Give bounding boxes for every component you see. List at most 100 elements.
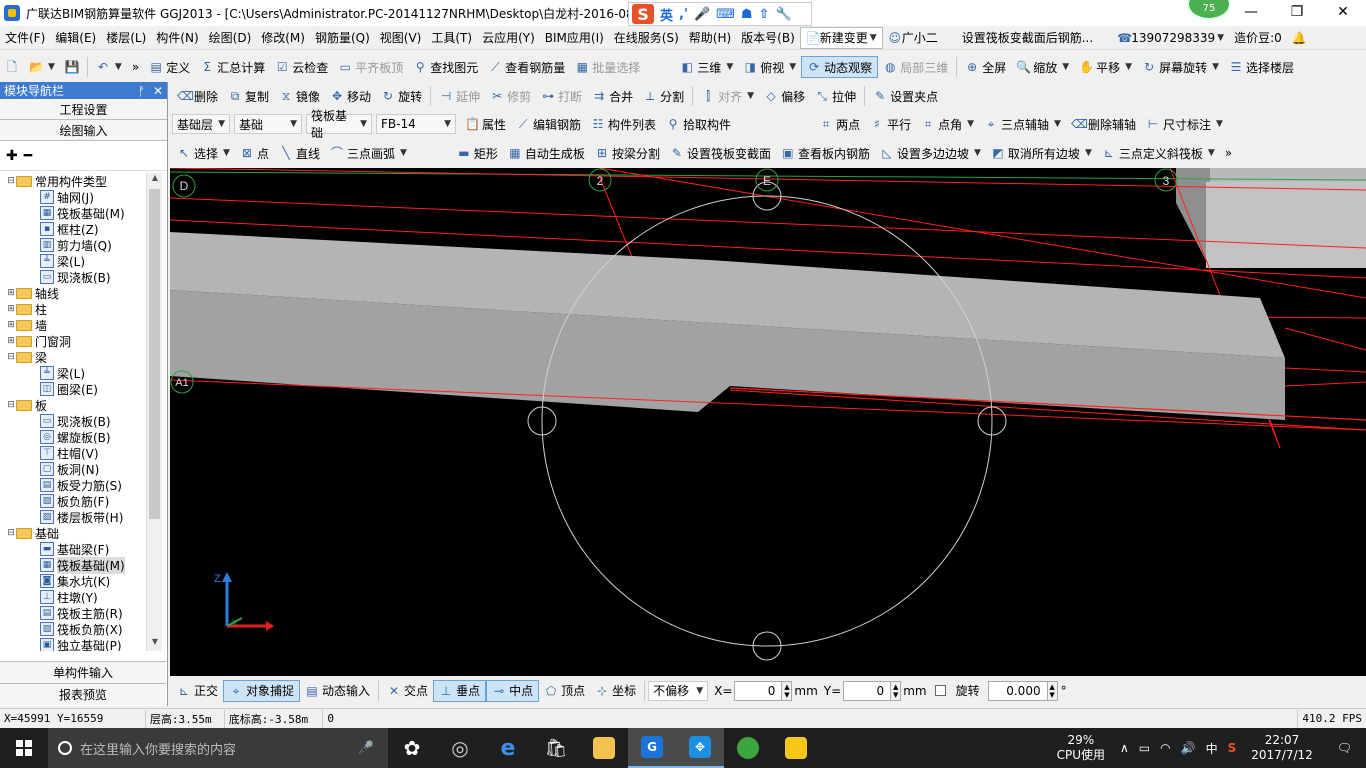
close-button[interactable]: ✕ bbox=[1320, 0, 1366, 24]
minimize-button[interactable]: — bbox=[1228, 0, 1274, 24]
notification-icon[interactable]: 🗨 bbox=[1323, 741, 1366, 755]
fullscreen-button[interactable]: ⊕ 全屏 bbox=[960, 56, 1011, 78]
element-select[interactable]: FB-14 ▼ bbox=[376, 114, 456, 134]
delete-button[interactable]: ⌫ 删除 bbox=[172, 85, 223, 107]
tree-item[interactable]: # 轴网(J) bbox=[0, 189, 148, 205]
move-button[interactable]: ✥ 移动 bbox=[325, 85, 376, 107]
drawing-viewport[interactable]: D 2 E 3 A1 Z Y bbox=[170, 168, 1366, 676]
type-select[interactable]: 筏板基础 ▼ bbox=[306, 109, 372, 140]
keyboard-icon[interactable]: ⌨ bbox=[716, 7, 735, 22]
tree-scrollbar[interactable]: ▲ ▼ bbox=[146, 173, 162, 651]
three-point-arc-button[interactable]: ⌒ 三点画弧 ▼ bbox=[325, 142, 412, 164]
intersection-snap-toggle[interactable]: ✕ 交点 bbox=[382, 680, 433, 702]
wrench-icon[interactable]: 🔧 bbox=[775, 7, 791, 22]
menu-floor[interactable]: 楼层(L) bbox=[101, 27, 151, 49]
drawing-input-button[interactable]: 绘图输入 bbox=[0, 120, 167, 141]
wifi-icon[interactable]: ◠ bbox=[1155, 741, 1175, 755]
expand-icon[interactable]: ⊞ bbox=[6, 336, 16, 346]
microphone-icon[interactable]: 🎤 bbox=[694, 7, 710, 22]
break-button[interactable]: ⊶ 打断 bbox=[536, 85, 587, 107]
taskbar-app-notes[interactable] bbox=[772, 728, 820, 768]
y-input[interactable]: 0 bbox=[843, 680, 892, 701]
menu-bim[interactable]: BIM应用(I) bbox=[540, 27, 609, 49]
split-button[interactable]: ⟂ 分割 bbox=[638, 85, 689, 107]
view-3d-button[interactable]: ◧ 三维 ▼ bbox=[675, 56, 738, 78]
tree-item[interactable]: ▦ 筏板基础(M) bbox=[0, 205, 148, 221]
taskbar-app-explorer[interactable] bbox=[580, 728, 628, 768]
merge-button[interactable]: ⇉ 合并 bbox=[587, 85, 638, 107]
object-snap-toggle[interactable]: ⌖ 对象捕捉 bbox=[223, 679, 301, 702]
tree-item[interactable]: ╧ 梁(L) bbox=[0, 365, 148, 381]
ime-toolbar[interactable]: S 英 ,' 🎤 ⌨ ☗ ⇧ 🔧 bbox=[628, 2, 812, 26]
assistant-button[interactable]: ☺ 广小二 bbox=[883, 27, 943, 49]
tree-item[interactable]: ▢ 板洞(N) bbox=[0, 461, 148, 477]
cpu-meter[interactable]: 29% CPU使用 bbox=[1047, 733, 1115, 763]
tree-item[interactable]: ◙ 集水坑(K) bbox=[0, 573, 148, 589]
collapse-icon[interactable]: ⊟ bbox=[6, 400, 16, 410]
parallel-button[interactable]: ♯ 平行 bbox=[865, 113, 916, 135]
toolbar-overflow[interactable]: » bbox=[1220, 142, 1237, 164]
set-multi-slope-button[interactable]: ◺ 设置多边边坡 ▼ bbox=[875, 142, 986, 164]
menu-edit[interactable]: 编辑(E) bbox=[50, 27, 101, 49]
sogou-logo-icon[interactable]: S bbox=[632, 4, 654, 24]
overflow-chevron[interactable]: » bbox=[127, 56, 144, 78]
x-spinner[interactable]: ▲ ▼ bbox=[782, 680, 793, 701]
tree-folder[interactable]: ⊞ 墙 bbox=[0, 317, 148, 333]
tree-item[interactable]: ⊥ 柱墩(Y) bbox=[0, 589, 148, 605]
cloud-check-button[interactable]: ☑ 云检查 bbox=[270, 56, 333, 78]
report-preview-button[interactable]: 报表预览 bbox=[0, 683, 166, 705]
new-file-button[interactable]: 🗋 bbox=[0, 56, 24, 78]
taskbar-app-pinwheel[interactable]: ✿ bbox=[388, 728, 436, 768]
element-list-button[interactable]: ☷ 构件列表 bbox=[586, 113, 661, 135]
new-change-button[interactable]: 📄 新建变更 ▼ bbox=[799, 26, 883, 49]
bell-icon[interactable]: 🔔 bbox=[1287, 27, 1312, 49]
expand-icon[interactable]: ⊞ bbox=[6, 320, 16, 330]
set-variable-section-button[interactable]: ✎ 设置筏板变截面 bbox=[665, 142, 776, 164]
y-spinner[interactable]: ▲ ▼ bbox=[891, 680, 902, 701]
rotate-input[interactable]: 0.000 bbox=[987, 680, 1048, 701]
project-settings-button[interactable]: 工程设置 bbox=[0, 99, 167, 120]
scroll-down-icon[interactable]: ▼ bbox=[147, 637, 163, 651]
menu-tools[interactable]: 工具(T) bbox=[426, 27, 477, 49]
rotate-spinner[interactable]: ▲ ▼ bbox=[1047, 680, 1058, 701]
tree-folder[interactable]: ⊞ 轴线 bbox=[0, 285, 148, 301]
taskbar-app-store[interactable]: 🛍 bbox=[532, 728, 580, 768]
line-button[interactable]: ╲ 直线 bbox=[274, 142, 325, 164]
tree-folder[interactable]: ⊟ 板 bbox=[0, 397, 148, 413]
hint-text[interactable]: 设置筏板变截面后钢筋... bbox=[957, 27, 1098, 49]
tree-item[interactable]: ▦ 筏板基础(M) bbox=[0, 556, 148, 574]
floor-select[interactable]: 基础层 ▼ bbox=[172, 114, 230, 134]
view-rebar-button[interactable]: ⟋ 查看钢筋量 bbox=[483, 56, 570, 78]
volume-icon[interactable]: 🔊 bbox=[1176, 741, 1201, 755]
cancel-all-slope-button[interactable]: ◩ 取消所有边坡 ▼ bbox=[986, 142, 1097, 164]
collapse-icon[interactable]: ⊟ bbox=[6, 352, 16, 362]
menu-file[interactable]: 文件(F) bbox=[0, 27, 50, 49]
dynamic-observe-button[interactable]: ⟳ 动态观察 bbox=[801, 56, 879, 78]
ime-indicator[interactable]: 中 bbox=[1201, 740, 1223, 757]
mirror-button[interactable]: ⧖ 镜像 bbox=[274, 85, 325, 107]
pin-icon[interactable]: ᚡ bbox=[138, 84, 145, 98]
menu-rebar-quantity[interactable]: 钢筋量(Q) bbox=[310, 27, 375, 49]
tree-folder[interactable]: ⊞ 柱 bbox=[0, 301, 148, 317]
microphone-icon[interactable]: 🎤 bbox=[358, 741, 374, 756]
expand-icon[interactable]: ⊞ bbox=[6, 288, 16, 298]
collapse-icon[interactable]: ⊟ bbox=[6, 176, 16, 186]
tree-item[interactable]: ▤ 筏板主筋(R) bbox=[0, 605, 148, 621]
rotate-button[interactable]: ↻ 旋转 bbox=[376, 85, 427, 107]
tree-folder[interactable]: ⊞ 门窗洞 bbox=[0, 333, 148, 349]
flush-top-button[interactable]: ▭ 平齐板顶 bbox=[333, 56, 408, 78]
delete-aux-button[interactable]: ⌫ 删除辅轴 bbox=[1066, 113, 1141, 135]
align-button[interactable]: ⫿ 对齐 ▼ bbox=[696, 85, 759, 107]
pick-element-button[interactable]: ⚲ 拾取构件 bbox=[661, 113, 736, 135]
taskbar-app-green[interactable] bbox=[724, 728, 772, 768]
rotate-checkbox[interactable] bbox=[934, 685, 946, 696]
tree-item[interactable]: ▧ 板负筋(F) bbox=[0, 493, 148, 509]
start-button[interactable] bbox=[0, 728, 48, 768]
offset-button[interactable]: ◇ 偏移 bbox=[759, 85, 810, 107]
tree-item[interactable]: ◎ 螺旋板(B) bbox=[0, 429, 148, 445]
set-grip-button[interactable]: ✎ 设置夹点 bbox=[868, 85, 943, 107]
punctuation-icon[interactable]: ,' bbox=[679, 7, 688, 22]
viewport-canvas[interactable]: D 2 E 3 A1 Z Y bbox=[170, 168, 1366, 676]
expand-icon[interactable]: ⊞ bbox=[6, 304, 16, 314]
tree-item[interactable]: ▭ 现浇板(B) bbox=[0, 269, 148, 285]
